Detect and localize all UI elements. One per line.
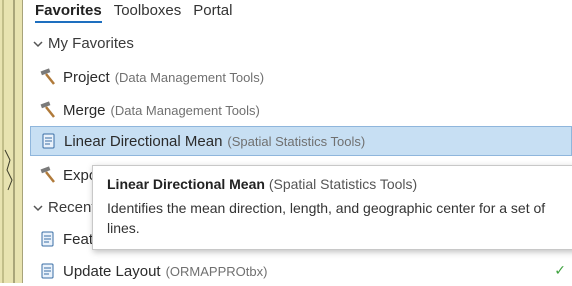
tab-favorites[interactable]: Favorites [35, 1, 102, 23]
hammer-icon [40, 166, 55, 183]
tab-portal[interactable]: Portal [193, 1, 232, 25]
item-name: Linear Directional Mean [64, 132, 223, 150]
item-source: (ORMAPPROtbx) [165, 263, 268, 279]
tab-bar: Favorites Toolboxes Portal [35, 1, 232, 25]
list-item-linear-directional-mean[interactable]: Linear Directional Mean (Spatial Statist… [30, 126, 572, 156]
list-item-merge[interactable]: Merge (Data Management Tools) [30, 95, 572, 125]
item-name: Merge [63, 101, 106, 119]
script-icon [41, 231, 54, 247]
item-source: (Spatial Statistics Tools) [227, 133, 366, 149]
tooltip-description: Identifies the mean direction, length, a… [107, 200, 546, 236]
chevron-down-icon [33, 204, 43, 211]
tooltip-tool-source: (Spatial Statistics Tools) [268, 176, 418, 192]
item-source: (Data Management Tools) [110, 102, 260, 118]
script-icon [41, 263, 54, 279]
tool-tooltip: Linear Directional Mean (Spatial Statist… [92, 165, 572, 250]
list-item-update-layout[interactable]: Update Layout (ORMAPPROtbx) [30, 256, 572, 286]
check-icon: ✓ [554, 262, 566, 278]
list-item-project[interactable]: Project (Data Management Tools) [30, 62, 572, 92]
tooltip-tool-name: Linear Directional Mean [107, 176, 265, 192]
tab-toolboxes[interactable]: Toolboxes [114, 1, 182, 25]
item-source: (Data Management Tools) [114, 69, 265, 85]
hammer-icon [40, 68, 55, 85]
chevron-down-icon [33, 40, 43, 47]
group-recent[interactable]: Recent [33, 199, 96, 216]
group-label: Recent [48, 199, 96, 216]
item-name: Update Layout [63, 262, 161, 280]
group-my-favorites[interactable]: My Favorites [33, 35, 134, 52]
script-icon [42, 133, 55, 149]
item-name: Project [63, 68, 110, 86]
group-label: My Favorites [48, 35, 134, 52]
map-view-edge [0, 0, 23, 283]
tooltip-title: Linear Directional Mean (Spatial Statist… [107, 176, 567, 192]
item-name: Feat [63, 230, 94, 248]
hammer-icon [40, 101, 55, 118]
